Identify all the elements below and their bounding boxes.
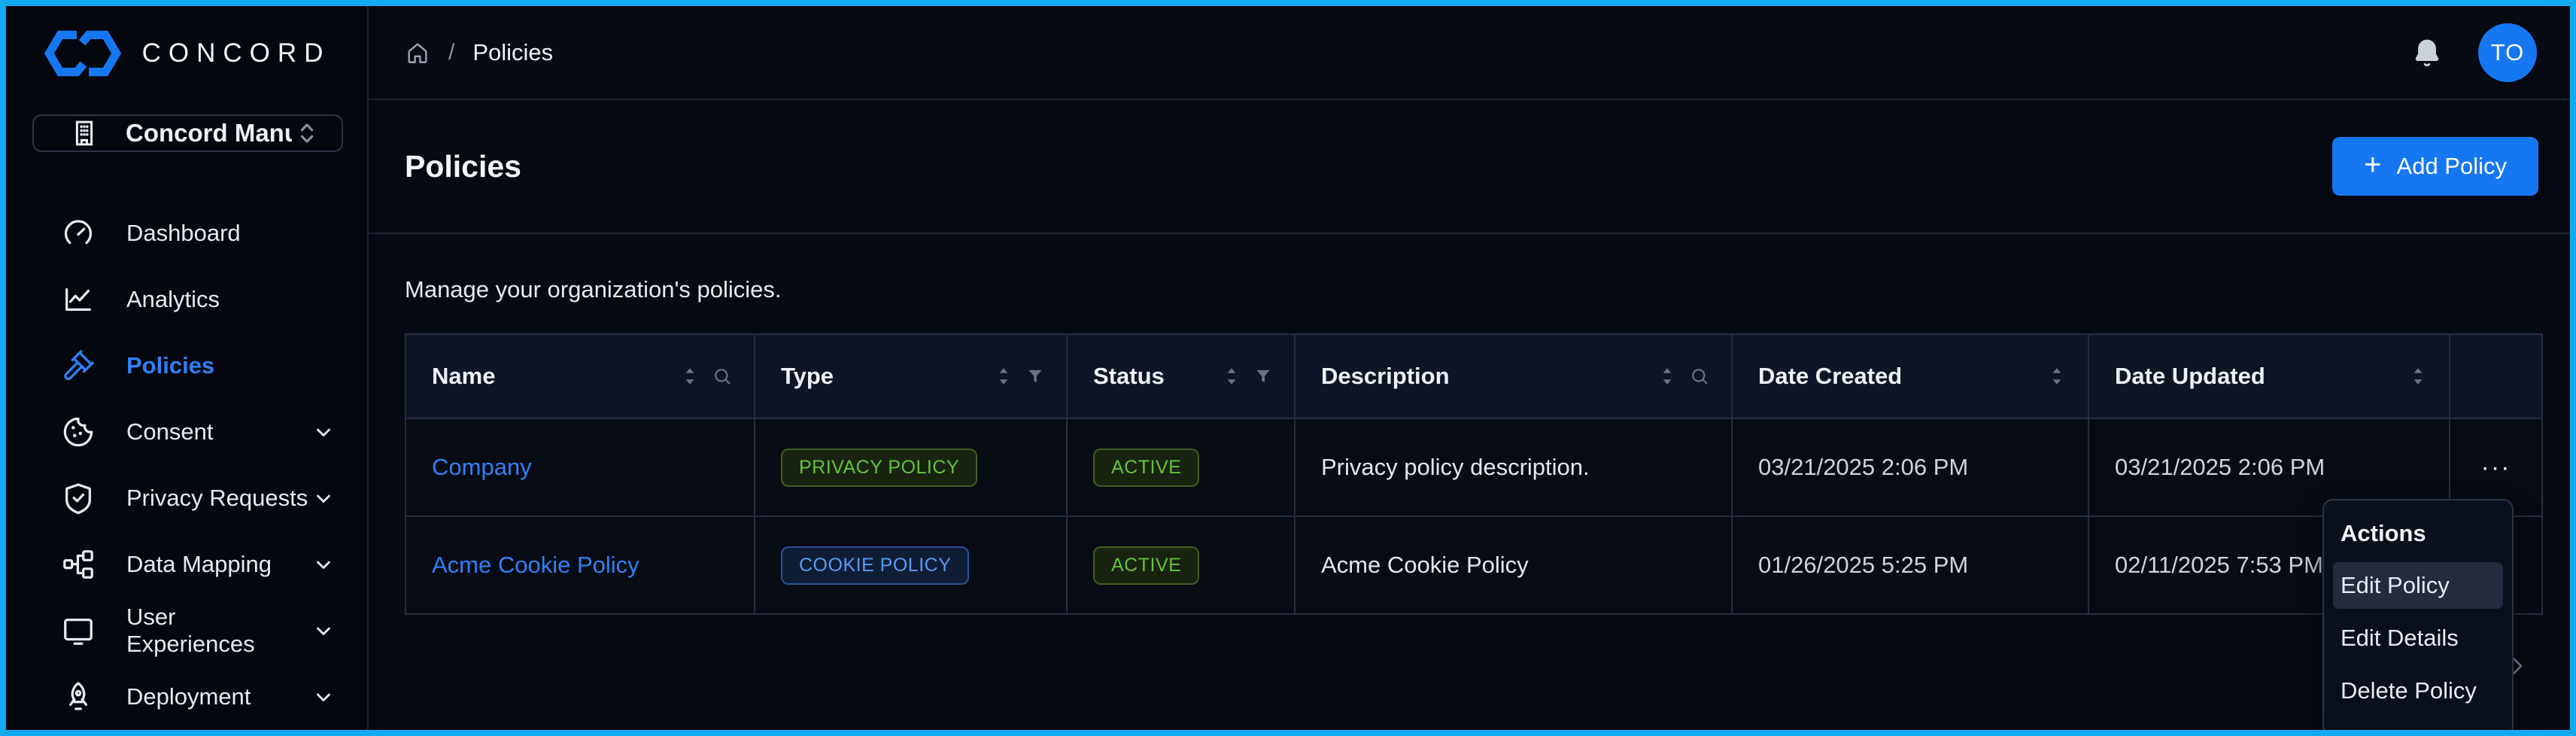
sidebar-item-label: Consent [126,418,310,446]
filter-icon[interactable] [1253,366,1273,386]
monitor-icon [60,613,96,648]
column-label: Name [432,363,680,390]
chevrons-up-down-icon [292,118,322,148]
page-header: Policies + Add Policy [369,100,2570,234]
sidebar-item-dashboard[interactable]: Dashboard [6,200,367,266]
line-chart-icon [60,282,96,317]
notifications-bell-icon[interactable] [2410,36,2444,69]
sort-icon[interactable] [680,365,700,388]
chevron-down-icon [310,683,337,710]
policy-description: Privacy policy description. [1321,454,1590,481]
topbar-actions: TO [2410,23,2537,82]
menu-item-delete-policy[interactable]: Delete Policy [2333,668,2503,714]
sidebar: CONCORD Concord Manual ... [6,6,369,730]
status-badge: ACTIVE [1093,546,1199,585]
column-label: Status [1093,363,1222,390]
sidebar-item-label: Data Mapping [126,551,310,578]
column-header-description: Description [1296,335,1733,418]
table-row: Acme Cookie Policy COOKIE POLICY ACTIVE … [406,516,2541,613]
sidebar-item-label: Policies [126,352,337,379]
policy-name-link[interactable]: Acme Cookie Policy [432,552,639,579]
sidebar-item-analytics[interactable]: Analytics [6,266,367,333]
breadcrumb: / Policies [405,39,553,66]
filter-icon[interactable] [1025,366,1045,386]
add-policy-label: Add Policy [2397,153,2507,180]
policy-type-badge: PRIVACY POLICY [781,449,977,487]
sidebar-item-user-experiences[interactable]: User Experiences [6,598,367,664]
brand-logo: CONCORD [6,6,367,100]
page-subtitle: Manage your organization's policies. [369,234,2570,303]
policy-description: Acme Cookie Policy [1321,552,1529,579]
sidebar-item-label: Deployment [126,683,310,710]
organization-name: Concord Manual ... [126,119,292,148]
concord-logo-icon [43,30,123,77]
sidebar-item-label: User Experiences [126,604,310,658]
date-created: 01/26/2025 5:25 PM [1758,552,1968,579]
column-header-actions [2450,335,2541,418]
organization-selector[interactable]: Concord Manual ... [32,114,343,152]
column-label: Date Created [1758,363,2047,390]
policies-table: Name Type [405,333,2543,615]
date-updated: 02/11/2025 7:53 PM [2115,552,2323,579]
breadcrumb-current: Policies [472,39,553,66]
column-label: Description [1321,363,1657,390]
chevron-down-icon [310,551,337,578]
home-icon[interactable] [405,40,430,65]
search-icon[interactable] [712,366,733,387]
brand-name: CONCORD [142,38,331,68]
policy-type-badge: COOKIE POLICY [781,546,969,585]
chevron-down-icon [310,617,337,644]
user-avatar[interactable]: TO [2478,23,2537,82]
row-actions-menu: Actions Edit Policy Edit Details Delete … [2322,499,2514,736]
column-header-type: Type [755,335,1068,418]
column-header-name: Name [406,335,755,418]
column-label: Date Updated [2115,363,2408,390]
plus-icon: + [2364,150,2381,180]
actions-menu-title: Actions [2333,514,2503,562]
sidebar-item-label: Privacy Requests [126,485,310,512]
sidebar-item-label: Analytics [126,286,337,313]
date-created: 03/21/2025 2:06 PM [1758,454,1968,481]
app-window: CONCORD Concord Manual ... [0,0,2576,736]
cookie-icon [60,415,96,449]
page-title: Policies [405,149,521,184]
menu-item-edit-policy[interactable]: Edit Policy [2333,562,2503,609]
topbar: / Policies TO [369,6,2570,100]
column-header-date-created: Date Created [1733,335,2089,418]
sort-icon[interactable] [2047,365,2067,388]
sort-icon[interactable] [1657,365,1677,388]
network-icon [60,547,96,582]
search-icon[interactable] [1689,366,1710,387]
policy-name-link[interactable]: Company [432,454,532,481]
shield-check-icon [60,481,96,516]
sidebar-item-policies[interactable]: Policies [6,333,367,399]
table-header-row: Name Type [406,335,2541,418]
row-actions-ellipsis-icon[interactable]: ··· [2481,455,2511,480]
column-label: Type [781,363,994,390]
sidebar-item-privacy-requests[interactable]: Privacy Requests [6,465,367,531]
chevron-down-icon [310,418,337,446]
sidebar-item-consent[interactable]: Consent [6,399,367,465]
sidebar-nav: Dashboard Analytics Policies [6,200,367,730]
rocket-icon [60,680,96,714]
menu-item-edit-details[interactable]: Edit Details [2333,615,2503,661]
gavel-icon [60,348,96,383]
building-icon [68,117,100,149]
sort-icon[interactable] [1222,365,1241,388]
main-content: / Policies TO Policies + Add Policy Mana [369,6,2570,730]
date-updated: 03/21/2025 2:06 PM [2115,454,2325,481]
sidebar-item-label: Dashboard [126,220,337,247]
column-header-date-updated: Date Updated [2089,335,2450,418]
table-row: Company PRIVACY POLICY ACTIVE Privacy po… [406,418,2541,516]
column-header-status: Status [1068,335,1296,418]
sidebar-item-data-mapping[interactable]: Data Mapping [6,531,367,598]
status-badge: ACTIVE [1093,449,1199,487]
sort-icon[interactable] [994,365,1013,388]
gauge-icon [60,216,96,251]
sidebar-item-deployment[interactable]: Deployment [6,664,367,730]
sort-icon[interactable] [2408,365,2428,388]
add-policy-button[interactable]: + Add Policy [2332,137,2538,196]
chevron-down-icon [310,485,337,512]
breadcrumb-separator: / [448,40,454,65]
